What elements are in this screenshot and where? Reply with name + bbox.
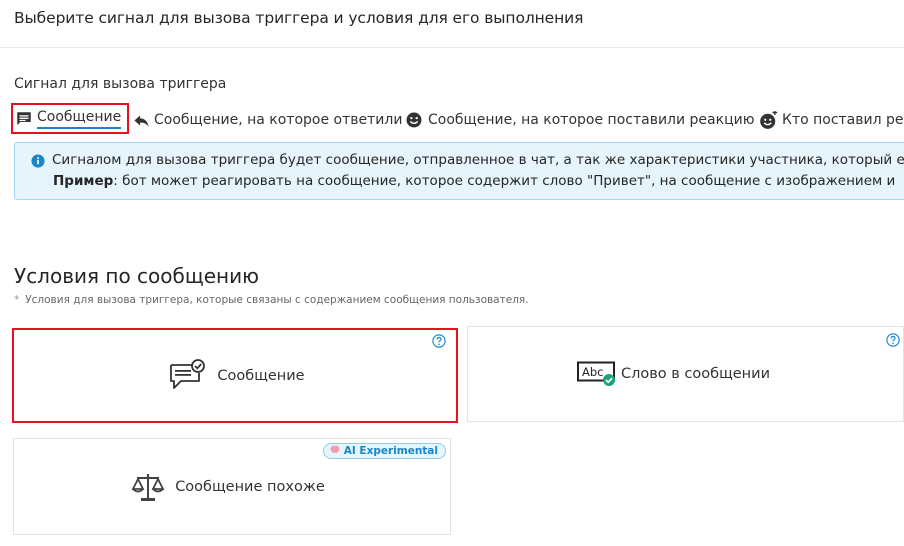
chat-icon [17, 111, 31, 125]
svg-text:Abc: Abc [582, 365, 604, 379]
conditions-subtitle-text: Условия для вызова триггера, которые свя… [25, 294, 529, 306]
help-icon[interactable] [886, 333, 900, 347]
signal-tabs: Сообщение Сообщение, на которое ответили… [0, 102, 904, 136]
info-example-label: Пример [53, 173, 114, 189]
info-example-text: : бот может реагировать на сообщение, ко… [113, 173, 896, 189]
required-marker: * [14, 294, 20, 306]
condition-card-message[interactable]: Сообщение [12, 328, 458, 423]
tab-who-reacted[interactable]: Кто поставил реа [759, 106, 904, 134]
reply-icon [134, 115, 149, 127]
page-title: Выберите сигнал для вызова триггера и ус… [14, 9, 584, 27]
help-icon[interactable] [432, 334, 446, 348]
condition-card-word[interactable]: Abc Слово в сообщении [467, 326, 904, 422]
tab-who-reacted-label: Кто поставил реа [782, 112, 904, 128]
conditions-subtitle: * Условия для вызова триггера, которые св… [14, 294, 529, 306]
ai-experimental-badge-label: AI Experimental [343, 445, 438, 457]
message-check-icon [170, 358, 206, 389]
scales-icon [131, 473, 165, 501]
conditions-title: Условия по сообщению [14, 264, 259, 288]
condition-card-message-label: Сообщение [217, 367, 305, 384]
tab-reacted-message-label: Сообщение, на которое поставили реакцию [428, 112, 755, 128]
tab-message[interactable]: Сообщение [11, 103, 130, 134]
condition-card-similar[interactable]: AI Experimental Сообщение похоже [13, 438, 451, 535]
condition-card-word-label: Слово в сообщении [620, 366, 770, 382]
abc-check-icon: Abc [576, 361, 615, 386]
signal-label: Сигнал для вызова триггера [14, 76, 227, 92]
brain-icon [330, 445, 340, 457]
info-banner: Сигналом для вызова триггера будет сообщ… [14, 142, 904, 200]
tab-replied-message-label: Сообщение, на которое ответили [154, 112, 403, 128]
condition-card-similar-label: Сообщение похоже [175, 478, 325, 495]
info-icon [31, 153, 45, 168]
tab-message-label: Сообщение [37, 109, 122, 129]
smiley-icon [406, 112, 422, 128]
tab-reacted-message[interactable]: Сообщение, на которое поставили реакцию [405, 106, 755, 134]
page-header: Выберите сигнал для вызова триггера и ус… [0, 0, 904, 48]
ai-experimental-badge: AI Experimental [322, 443, 446, 459]
smiley-plus-icon [760, 110, 778, 129]
info-text: Сигналом для вызова триггера будет сообщ… [52, 152, 904, 168]
tab-replied-message[interactable]: Сообщение, на которое ответили [133, 106, 402, 134]
